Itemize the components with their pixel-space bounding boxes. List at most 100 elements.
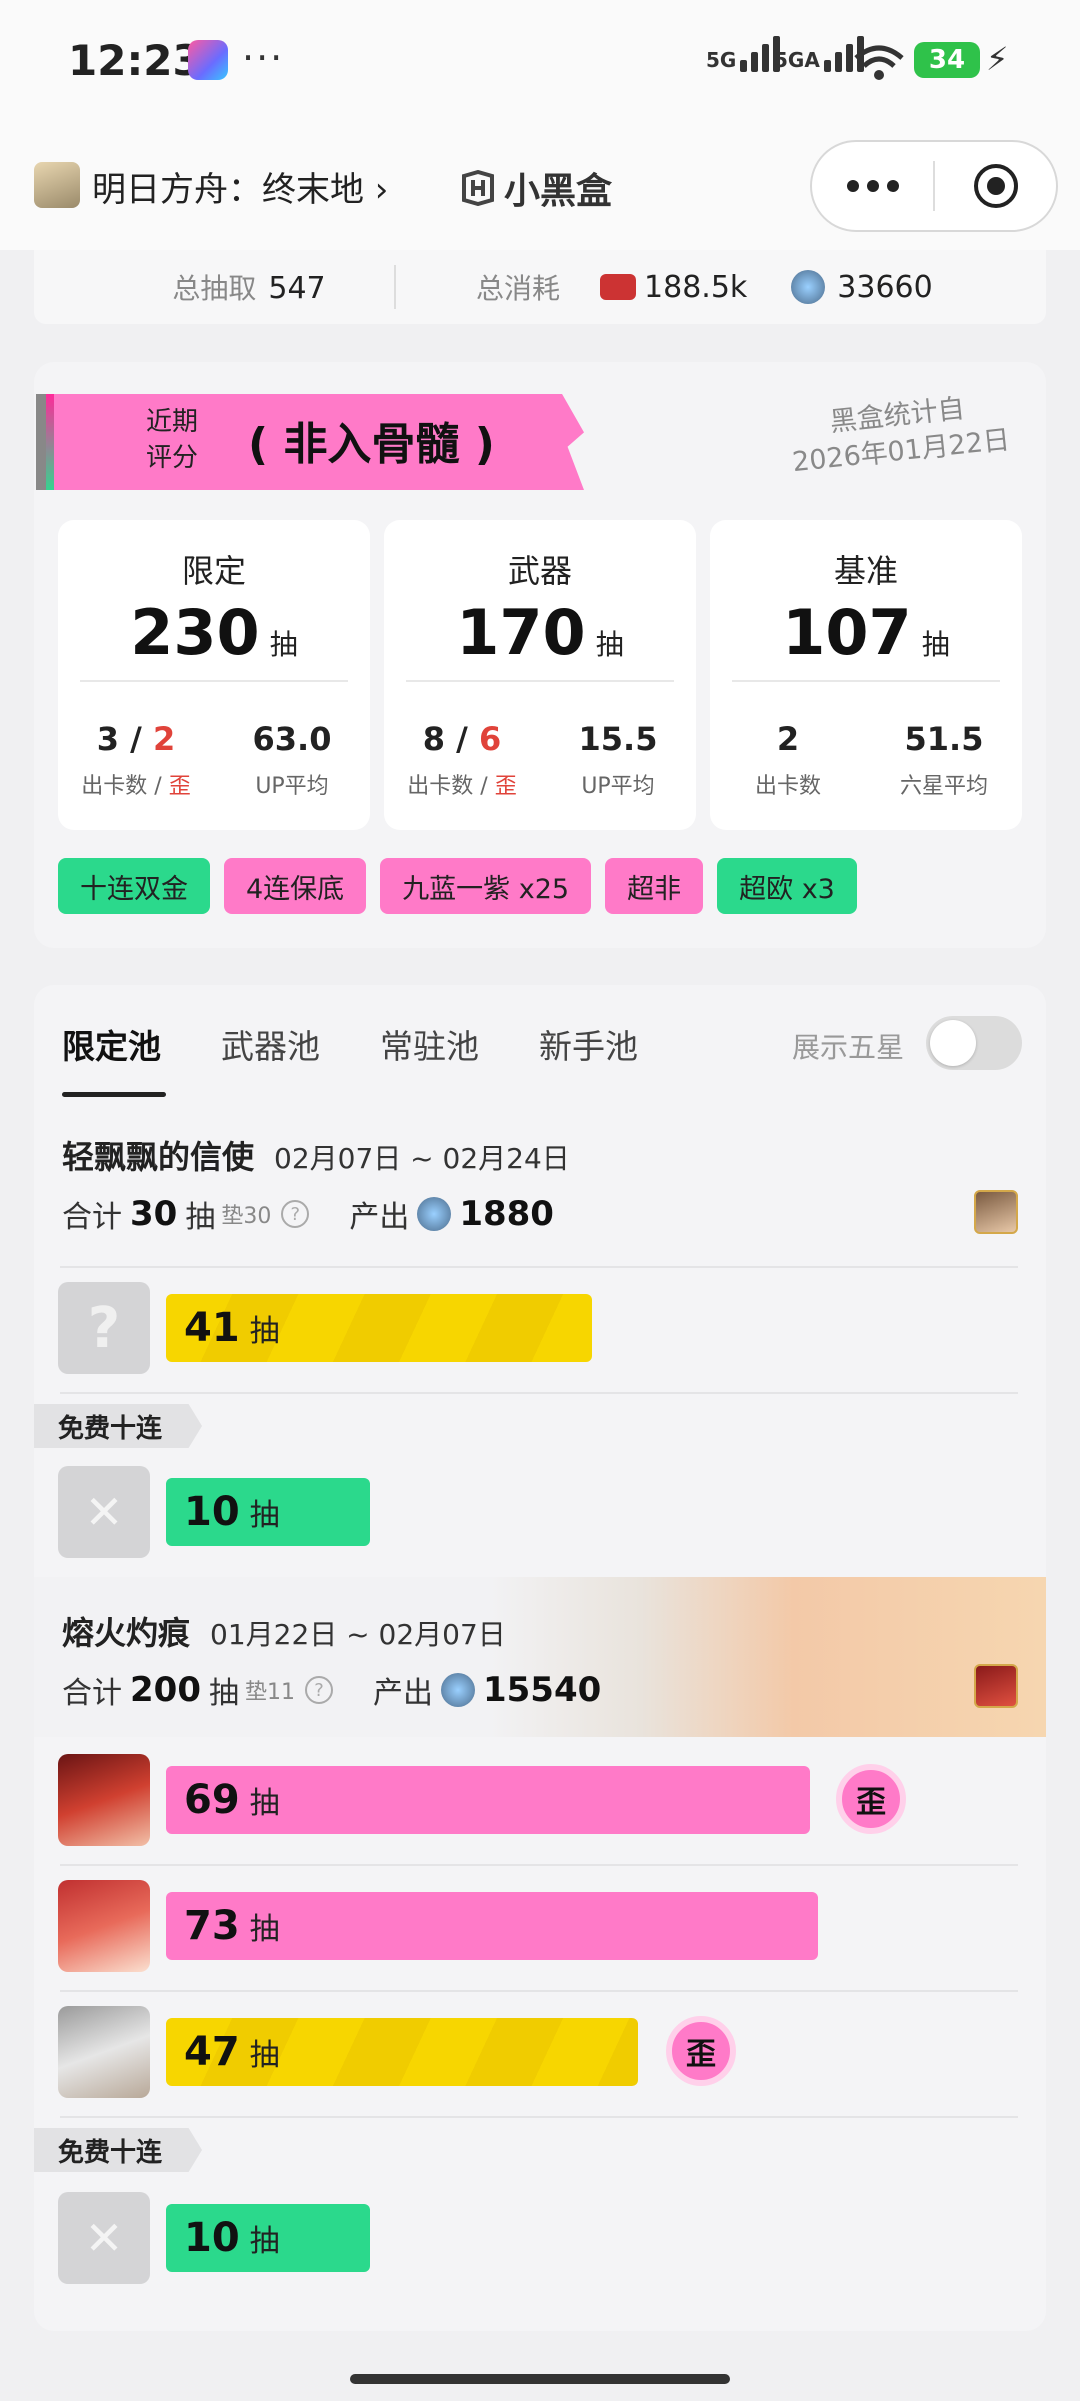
clock: 12:23	[68, 36, 202, 85]
free-ten-pull-badge: 免费十连	[34, 2128, 203, 2172]
ellipsis-icon	[846, 180, 899, 192]
cards-count: 2	[776, 720, 800, 758]
stat-count: 170 抽	[384, 596, 696, 669]
charging-icon: ⚡	[986, 40, 1009, 78]
stat-title: 限定	[181, 552, 246, 590]
pool-name: 熔火灼痕	[62, 1614, 191, 1652]
pool-banner-art	[34, 1577, 1046, 1737]
avg-label: UP平均	[581, 774, 655, 799]
tag-item[interactable]: 十连双金	[58, 858, 210, 914]
off-label: 歪	[494, 774, 517, 799]
pull-unit: 抽	[249, 1498, 280, 1533]
cost-value-1: 188.5k	[644, 269, 748, 305]
more-menu-button[interactable]	[812, 178, 933, 194]
pool-character-thumb[interactable]	[974, 1664, 1018, 1708]
rating-stripe	[36, 394, 46, 490]
net-label: 5G	[706, 48, 737, 72]
rating-label-line1: 近期	[146, 407, 199, 437]
sum-value: 30	[130, 1194, 178, 1234]
row-divider	[60, 2116, 1018, 2118]
battery-icon: 34	[914, 42, 980, 78]
pull-unit: 抽	[249, 2038, 280, 2073]
currency-gem-icon	[440, 1673, 475, 1707]
stat-count-unit: 抽	[595, 628, 624, 661]
pool-header: 轻飘飘的信使 02月07日 ~ 02月24日	[62, 1132, 570, 1178]
show-five-star-toggle[interactable]	[926, 1016, 1022, 1070]
pull-unit: 抽	[249, 1786, 280, 1821]
pull-count: 10	[184, 1489, 240, 1535]
row-divider	[60, 1392, 1018, 1394]
home-indicator[interactable]	[350, 2374, 730, 2384]
empty-avatar-icon: ✕	[58, 2192, 150, 2284]
pool-tabs: 限定池 武器池 常驻池 新手池	[62, 1020, 638, 1068]
app-avatar[interactable]	[34, 162, 80, 208]
pull-unit: 抽	[249, 1314, 280, 1349]
pull-bar: 41 抽	[166, 1294, 592, 1362]
cards-count: 8	[422, 720, 446, 758]
stat-count-value: 107	[782, 596, 912, 669]
row-divider	[60, 1864, 1018, 1866]
tab-beginner[interactable]: 新手池	[539, 1020, 638, 1068]
pool-name: 轻飘飘的信使	[62, 1138, 255, 1176]
output-label: 产出	[349, 1200, 410, 1235]
cards-off: 6	[478, 720, 502, 758]
pull-count: 10	[184, 2215, 240, 2261]
stat-cards: 3 / 2 出卡数 / 歪	[81, 720, 191, 799]
tag-item[interactable]: 超非	[605, 858, 704, 914]
avg-label: 六星平均	[899, 774, 988, 799]
rating-value-text: 非入骨髓	[283, 419, 460, 470]
avg-value: 15.5	[578, 720, 658, 758]
row-divider	[60, 1266, 1018, 1268]
tab-limited[interactable]: 限定池	[62, 1020, 161, 1068]
pull-bar: 47 抽	[166, 2018, 638, 2086]
pull-count: 69	[184, 1777, 240, 1823]
cost-label: 总消耗	[476, 272, 561, 305]
unknown-avatar-icon: ?	[58, 1282, 150, 1374]
off-label: 歪	[168, 774, 191, 799]
tab-standard[interactable]: 常驻池	[380, 1020, 479, 1068]
character-avatar	[58, 1754, 150, 1846]
miniapp-capsule	[810, 140, 1058, 232]
signal-5g: 5G	[706, 36, 781, 72]
stat-count: 230 抽	[58, 596, 370, 669]
more-dots-icon: ···	[242, 36, 285, 80]
cards-label: 出卡数	[754, 774, 821, 799]
avg-value: 63.0	[252, 720, 332, 758]
pity-count: 垫30	[221, 1204, 272, 1229]
app-title-text: 明日方舟：终末地	[92, 170, 364, 210]
currency-gem-icon	[791, 270, 826, 304]
row-divider	[60, 1990, 1018, 1992]
game-center-icon	[188, 40, 228, 80]
signal-5ga: 5GA	[774, 36, 864, 72]
total-value: 547	[268, 271, 326, 306]
tag-item[interactable]: 超欧 x3	[717, 858, 857, 914]
pull-bar: 10 抽	[166, 1478, 370, 1546]
laurel-left-icon: (	[248, 419, 269, 470]
tag-item[interactable]: 九蓝一紫 x25	[380, 858, 592, 914]
pull-bar: 73 抽	[166, 1892, 818, 1960]
tab-indicator	[62, 1092, 166, 1097]
close-miniapp-button[interactable]	[935, 161, 1056, 211]
help-icon[interactable]: ?	[304, 1676, 333, 1704]
cards-off: 2	[152, 720, 176, 758]
achievement-tags: 十连双金 4连保底 九蓝一紫 x25 超非 超欧 x3	[58, 858, 857, 914]
off-banner-badge: 歪	[836, 1764, 906, 1834]
pull-count: 47	[184, 2029, 240, 2075]
rating-stripe-accent	[46, 394, 54, 490]
pull-unit: 抽	[249, 2224, 280, 2259]
sum-unit: 抽	[208, 1676, 239, 1711]
mini-app-title[interactable]: 明日方舟：终末地 ›	[92, 162, 388, 211]
stat-avg: 63.0 UP平均	[214, 720, 370, 800]
pool-character-thumb[interactable]	[974, 1190, 1018, 1234]
tag-item[interactable]: 4连保底	[224, 858, 367, 914]
stat-box-weapon: 武器 170 抽 8 / 6 出卡数 / 歪 15.5 UP平均	[384, 520, 696, 830]
pool-dates: 02月07日 ~ 02月24日	[274, 1142, 570, 1175]
character-avatar	[58, 1880, 150, 1972]
currency-ticket-icon	[600, 274, 637, 300]
tab-weapon[interactable]: 武器池	[221, 1020, 320, 1068]
stat-avg: 51.5 六星平均	[866, 720, 1022, 800]
stat-count-unit: 抽	[921, 628, 950, 661]
help-icon[interactable]: ?	[281, 1200, 310, 1228]
brand-logo: 小黑盒	[460, 162, 612, 214]
output-value: 1880	[459, 1194, 554, 1234]
